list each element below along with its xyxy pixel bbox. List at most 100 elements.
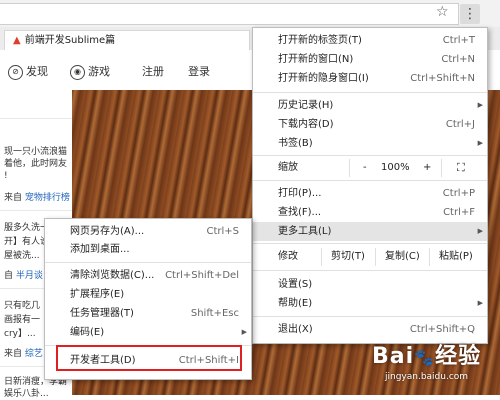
watermark-url: jingyan.baidu.com	[385, 372, 469, 382]
divider	[321, 248, 322, 266]
address-bar[interactable]	[0, 3, 459, 25]
feed-text: !	[4, 171, 8, 181]
edit-row: 修改 剪切(T) 复制(C) 粘贴(P)	[253, 246, 487, 268]
zoom-row: 缩放 - 100% + ⛶	[253, 156, 487, 180]
feed-source-link[interactable]: 综艺	[25, 349, 43, 359]
flame-icon: ▲	[13, 35, 21, 46]
menu-new-tab[interactable]: 打开新的标签页(T) Ctrl+T	[253, 31, 487, 50]
menu-item-label: 查找(F)...	[278, 207, 322, 218]
menu-shortcut: Ctrl+J	[445, 119, 475, 130]
menu-item-label: 添加到桌面...	[70, 244, 130, 255]
nav-game[interactable]: ◉ 游戏	[70, 63, 110, 80]
menu-shortcut: Ctrl+T	[442, 35, 475, 46]
menu-new-incognito[interactable]: 打开新的隐身窗口(I) Ctrl+Shift+N	[253, 69, 487, 88]
menu-shortcut: Ctrl+S	[206, 226, 239, 237]
compass-icon: ⊘	[8, 64, 23, 80]
baidu-watermark: Bai🐾经验	[372, 338, 481, 370]
menu-shortcut: Ctrl+Shift+Q	[409, 324, 475, 335]
menu-item-label: 书签(B)	[278, 138, 313, 149]
menu-find[interactable]: 查找(F)... Ctrl+F	[253, 203, 487, 222]
kebab-menu-icon[interactable]: ⋮	[460, 4, 480, 24]
feed-text[interactable]: 着他，此时网友	[4, 158, 76, 170]
menu-new-window[interactable]: 打开新的窗口(N) Ctrl+N	[253, 50, 487, 69]
browser-tab[interactable]: ▲ 前端开发Sublime篇	[4, 30, 250, 51]
nav-discover[interactable]: ⊘ 发现	[8, 63, 48, 80]
feed-source-prefix: 来自	[4, 193, 23, 203]
menu-settings[interactable]: 设置(S)	[253, 275, 487, 294]
watermark-brand: Bai	[372, 344, 415, 369]
menu-divider	[45, 262, 251, 263]
feed-source-prefix: 自	[4, 271, 14, 281]
menu-bookmarks[interactable]: 书签(B) ▶	[253, 134, 487, 153]
menu-divider	[253, 270, 487, 271]
menu-divider	[253, 316, 487, 317]
tab-title: 前端开发Sublime篇	[24, 35, 116, 46]
menu-item-label: 下载内容(D)	[278, 119, 334, 130]
submenu-arrow-icon: ▶	[241, 328, 247, 336]
feed-source-link[interactable]: 宠物排行榜	[25, 193, 70, 203]
zoom-out-button[interactable]: -	[363, 156, 367, 180]
feed-text[interactable]: 现一只小流浪猫	[4, 146, 76, 158]
divider	[349, 159, 350, 177]
menu-item-label: 帮助(E)	[278, 298, 313, 309]
menu-divider	[253, 92, 487, 93]
nav-register[interactable]: 注册	[142, 63, 164, 79]
zoom-in-button[interactable]: +	[423, 156, 431, 180]
nav-game-label: 游戏	[88, 65, 110, 78]
highlight-box	[56, 345, 242, 371]
menu-shortcut: Ctrl+Shift+N	[410, 73, 475, 84]
menu-item-label: 打开新的标签页(T)	[278, 35, 362, 46]
menu-shortcut: Ctrl+N	[441, 54, 475, 65]
nav-discover-label: 发现	[26, 65, 48, 78]
divider	[375, 248, 376, 266]
menu-print[interactable]: 打印(P)... Ctrl+P	[253, 184, 487, 203]
menu-item-label: 任务管理器(T)	[70, 308, 134, 319]
menu-item-label: 扩展程序(E)	[70, 289, 125, 300]
menu-history[interactable]: 历史记录(H) ▶	[253, 96, 487, 115]
submenu-clear-data[interactable]: 清除浏览数据(C)... Ctrl+Shift+Del	[45, 266, 251, 285]
submenu-task-manager[interactable]: 任务管理器(T) Shift+Esc	[45, 304, 251, 323]
submenu-extensions[interactable]: 扩展程序(E)	[45, 285, 251, 304]
edit-label: 修改	[278, 251, 298, 262]
menu-shortcut: Ctrl+Shift+Del	[165, 270, 239, 281]
paste-button[interactable]: 粘贴(P)	[439, 246, 473, 268]
fullscreen-icon[interactable]: ⛶	[457, 156, 465, 180]
divider	[0, 210, 72, 211]
star-icon[interactable]: ☆	[436, 4, 449, 20]
copy-button[interactable]: 复制(C)	[385, 246, 420, 268]
feed-source: 来自 宠物排行榜	[4, 192, 76, 204]
feed-source-prefix: 来自	[4, 349, 23, 359]
zoom-label: 缩放	[278, 162, 298, 173]
menu-item-label: 编码(E)	[70, 327, 105, 338]
menu-item-label: 退出(X)	[278, 324, 313, 335]
gamepad-icon: ◉	[70, 64, 85, 80]
submenu-arrow-icon: ▶	[477, 299, 483, 307]
site-navbar: ⊘ 发现 ◉ 游戏 注册 登录	[0, 50, 250, 91]
submenu-add-to-desktop[interactable]: 添加到桌面...	[45, 240, 251, 259]
menu-help[interactable]: 帮助(E) ▶	[253, 294, 487, 313]
browser-toolbar: ☆ ⋮	[0, 0, 500, 28]
cut-button[interactable]: 剪切(T)	[331, 246, 365, 268]
nav-login[interactable]: 登录	[188, 63, 210, 79]
menu-divider	[253, 243, 487, 244]
divider	[441, 159, 442, 177]
submenu-arrow-icon: ▶	[477, 139, 483, 147]
submenu-save-page[interactable]: 网页另存为(A)... Ctrl+S	[45, 222, 251, 241]
feed-text: 娱乐八卦...	[4, 389, 49, 399]
paw-icon: 🐾	[414, 348, 436, 367]
menu-item-label: 清除浏览数据(C)...	[70, 270, 155, 281]
feed-source-link[interactable]: 半月谈	[16, 271, 43, 281]
divider	[429, 248, 430, 266]
submenu-encoding[interactable]: 编码(E) ▶	[45, 323, 251, 342]
menu-shortcut: Ctrl+P	[442, 188, 475, 199]
menu-more-tools[interactable]: 更多工具(L) ▶	[253, 222, 487, 241]
divider	[0, 118, 72, 119]
watermark-brand-2: 经验	[435, 344, 482, 369]
chrome-main-menu: 打开新的标签页(T) Ctrl+T 打开新的窗口(N) Ctrl+N 打开新的隐身窗…	[252, 27, 488, 344]
submenu-arrow-icon: ▶	[477, 227, 483, 235]
menu-item-label: 打开新的窗口(N)	[278, 54, 354, 65]
menu-exit[interactable]: 退出(X) Ctrl+Shift+Q	[253, 320, 487, 339]
menu-downloads[interactable]: 下载内容(D) Ctrl+J	[253, 115, 487, 134]
menu-item-label: 设置(S)	[278, 279, 313, 290]
submenu-arrow-icon: ▶	[477, 101, 483, 109]
